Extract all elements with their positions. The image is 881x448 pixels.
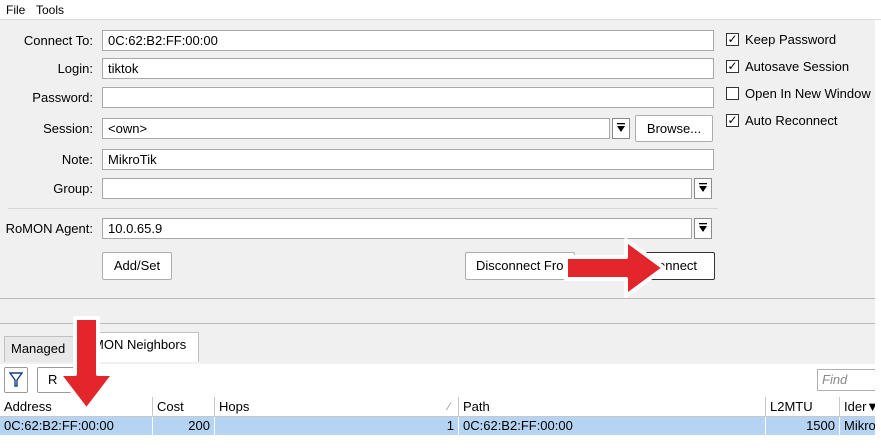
- down-arrow-icon: [57, 316, 116, 412]
- right-arrow-icon: [564, 238, 666, 298]
- annotation-overlay: [57, 238, 666, 412]
